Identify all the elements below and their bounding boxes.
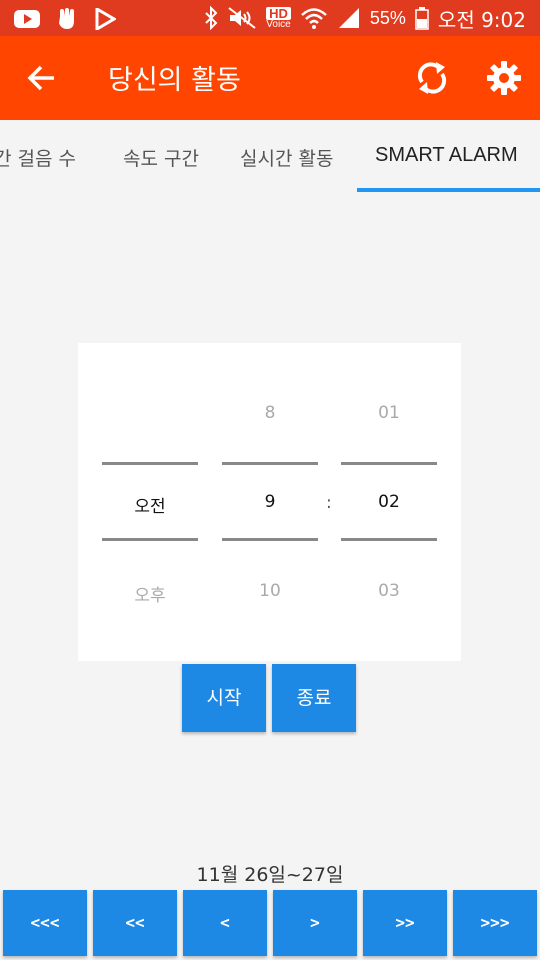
settings-gear-icon[interactable] xyxy=(484,58,524,98)
nav-first-button[interactable]: <<< xyxy=(3,890,87,956)
back-arrow-icon[interactable] xyxy=(24,60,60,96)
voice-label: Voice xyxy=(266,18,291,30)
app-bar: 당신의 활동 xyxy=(0,36,540,120)
ampm-next[interactable]: 오후 xyxy=(102,581,198,606)
page-title: 당신의 활동 xyxy=(108,65,241,96)
battery-icon xyxy=(415,7,429,30)
bluetooth-icon xyxy=(205,6,218,30)
minute-selected[interactable]: 02 xyxy=(341,492,437,512)
tab-speed-zone[interactable]: 속도 구간 xyxy=(123,144,199,171)
refresh-icon[interactable] xyxy=(412,58,452,98)
hd-voice-badge: HD Voice xyxy=(266,6,291,30)
hour-next[interactable]: 10 xyxy=(222,581,318,601)
start-button[interactable]: 시작 xyxy=(182,664,266,732)
nav-next-fast-button[interactable]: >> xyxy=(363,890,447,956)
minute-prev[interactable]: 01 xyxy=(341,403,437,423)
hour-divider-top xyxy=(222,462,318,465)
end-button[interactable]: 종료 xyxy=(272,664,356,732)
nav-prev-fast-button[interactable]: << xyxy=(93,890,177,956)
signal-icon xyxy=(338,8,359,28)
mute-icon xyxy=(228,7,256,29)
play-store-icon xyxy=(95,8,116,30)
clock: 오전 9:02 xyxy=(437,7,526,32)
youtube-icon xyxy=(14,10,40,28)
active-tab-indicator xyxy=(357,188,540,192)
hand-icon xyxy=(59,8,74,29)
hour-divider-bottom xyxy=(222,538,318,541)
ampm-selected[interactable]: 오전 xyxy=(102,492,198,517)
tab-bar: 간 걸음 수 속도 구간 실시간 활동 SMART ALARM xyxy=(0,120,540,192)
time-picker: 오전 오후 8 9 10 : 01 02 03 xyxy=(78,343,461,661)
tab-daily-steps[interactable]: 간 걸음 수 xyxy=(0,144,76,171)
hour-prev[interactable]: 8 xyxy=(222,403,318,423)
minute-divider-bottom xyxy=(341,538,437,541)
hour-selected[interactable]: 9 xyxy=(222,492,318,512)
nav-prev-button[interactable]: < xyxy=(183,890,267,956)
system-icons: HD Voice 55% 오전 9:02 xyxy=(204,4,526,32)
battery-percent: 55% xyxy=(369,7,406,28)
wifi-icon xyxy=(301,8,327,29)
nav-next-button[interactable]: > xyxy=(273,890,357,956)
hd-label: HD xyxy=(266,6,291,20)
minute-divider-top xyxy=(341,462,437,465)
date-range-label: 11월 26일~27일 xyxy=(196,864,344,886)
notification-icons xyxy=(14,7,116,31)
time-separator: : xyxy=(326,493,332,513)
status-bar: HD Voice 55% 오전 9:02 xyxy=(0,0,540,36)
nav-last-button[interactable]: >>> xyxy=(453,890,537,956)
minute-next[interactable]: 03 xyxy=(341,581,437,601)
tab-smart-alarm[interactable]: SMART ALARM xyxy=(375,144,518,167)
ampm-divider-bottom xyxy=(102,538,198,541)
ampm-divider-top xyxy=(102,462,198,465)
tab-realtime-activity[interactable]: 실시간 활동 xyxy=(240,144,333,171)
